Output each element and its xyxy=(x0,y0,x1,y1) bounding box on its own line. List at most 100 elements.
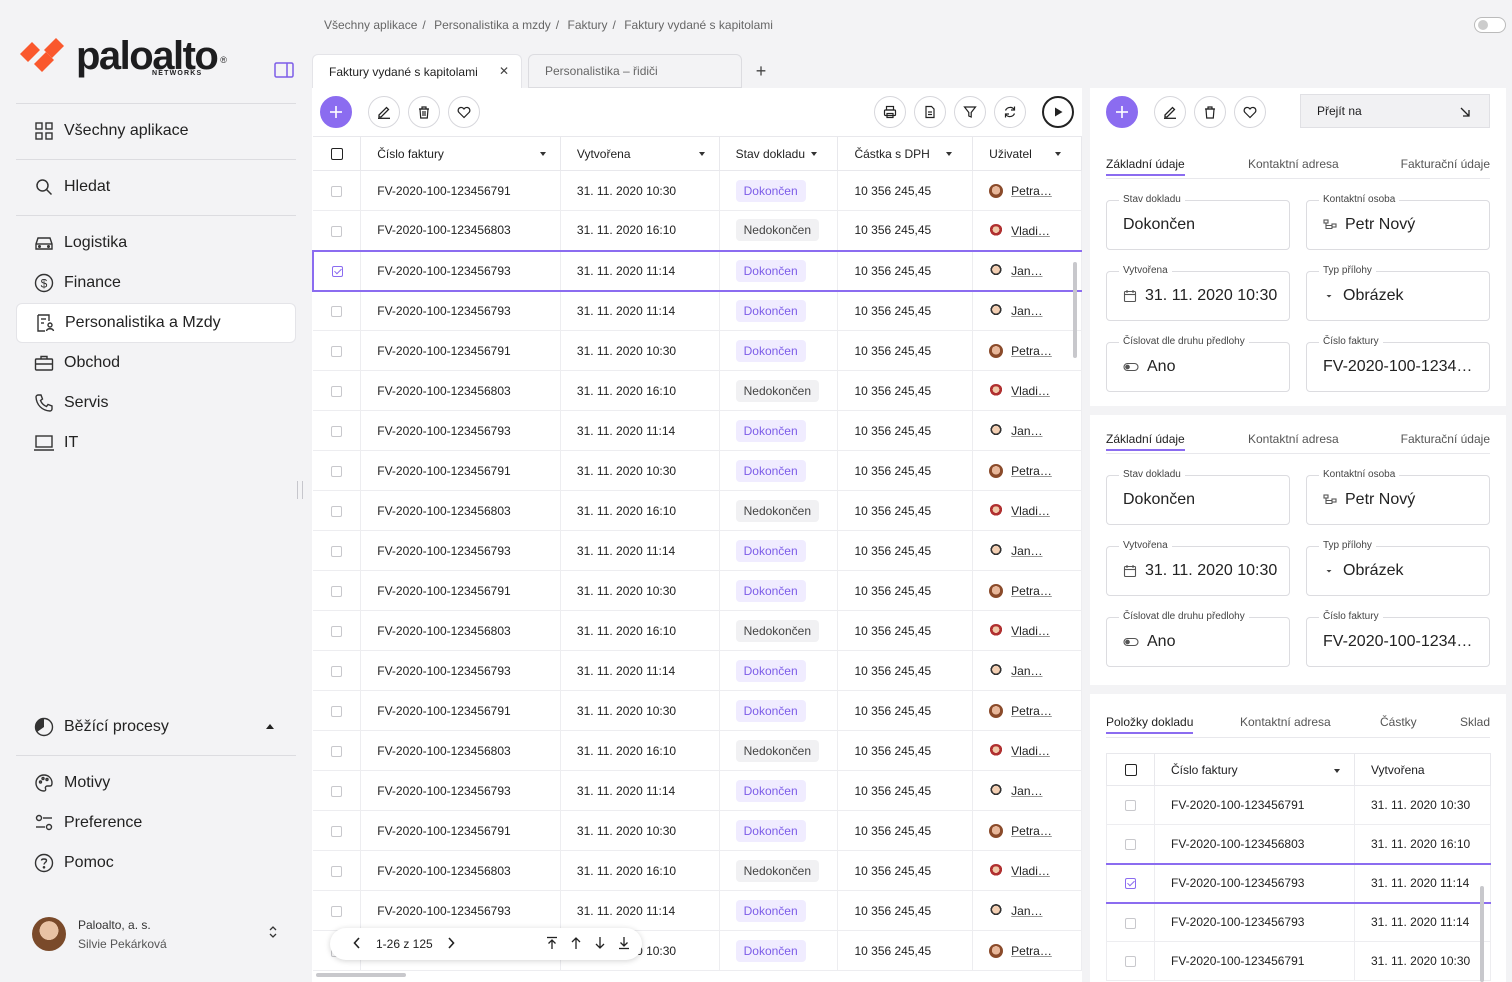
table-row[interactable]: FV-2020-100-12345679131. 11. 2020 10:30 D… xyxy=(313,570,1082,611)
print-button[interactable] xyxy=(874,96,906,128)
sidebar-item-finance[interactable]: $ Finance xyxy=(16,263,296,303)
scroll-top-icon[interactable] xyxy=(546,936,558,950)
table-row[interactable]: FV-2020-100-123456791 31. 11. 2020 10:30 xyxy=(1106,785,1491,825)
form-field[interactable]: Vytvořena 31. 11. 2020 10:30 xyxy=(1106,265,1290,321)
export-button[interactable] xyxy=(914,96,946,128)
tab-zakladni-udaje[interactable]: Základní údaje xyxy=(1106,157,1185,176)
horizontal-scrollbar[interactable] xyxy=(316,973,406,977)
user-link[interactable]: Petra… xyxy=(1011,184,1052,198)
tab-kontaktni-adresa[interactable]: Kontaktní adresa xyxy=(1240,715,1331,729)
user-link[interactable]: Petra… xyxy=(1011,944,1052,958)
tab-faktury[interactable]: Faktury vydané s kapitolami ✕ xyxy=(312,54,522,88)
user-link[interactable]: Petra… xyxy=(1011,584,1052,598)
row-checkbox[interactable] xyxy=(313,330,362,371)
table-row[interactable]: FV-2020-100-123456803 31. 11. 2020 16:10 N… xyxy=(313,210,1082,251)
row-checkbox[interactable] xyxy=(313,530,362,571)
sidebar-item-it[interactable]: IT xyxy=(16,423,296,463)
tab-personalistika-ridici[interactable]: Personalistika – řidiči xyxy=(528,54,742,88)
user-link[interactable]: Jan… xyxy=(1011,784,1042,798)
goto-select[interactable]: Přejít na xyxy=(1300,94,1490,128)
column-header[interactable]: Číslo faktury xyxy=(360,136,561,171)
row-checkbox[interactable] xyxy=(313,770,362,811)
user-cell[interactable]: Petra… xyxy=(972,690,1082,731)
arrow-up-icon[interactable] xyxy=(570,936,582,950)
row-checkbox[interactable] xyxy=(313,290,362,331)
theme-toggle[interactable] xyxy=(1474,17,1506,33)
column-header[interactable]: Číslo faktury xyxy=(1154,753,1355,786)
sidebar-item-obchod[interactable]: Obchod xyxy=(16,343,296,383)
form-field[interactable]: Číslo faktury FV-2020-100-1234… xyxy=(1306,611,1490,667)
play-button[interactable] xyxy=(1042,96,1074,128)
user-cell[interactable]: Petra… xyxy=(972,330,1082,371)
column-header[interactable]: Vytvořena xyxy=(560,136,720,171)
row-checkbox[interactable] xyxy=(313,170,362,211)
user-cell[interactable]: Petra… xyxy=(972,810,1082,851)
user-link[interactable]: Vladi… xyxy=(1011,504,1050,518)
table-row[interactable]: FV-2020-100-123456793 31. 11. 2020 11:14 D… xyxy=(313,530,1082,571)
sidebar-item-preference[interactable]: Preference xyxy=(16,803,296,843)
user-link[interactable]: Petra… xyxy=(1011,344,1052,358)
sidebar-item-personalistika[interactable]: Personalistika a Mzdy xyxy=(16,303,296,343)
tab-kontaktni-adresa[interactable]: Kontaktní adresa xyxy=(1248,432,1339,446)
arrow-down-icon[interactable] xyxy=(594,936,606,950)
user-cell[interactable]: Vladi… xyxy=(972,610,1082,651)
column-header[interactable]: Vytvořena xyxy=(1354,753,1491,786)
user-cell[interactable]: Jan… xyxy=(972,770,1082,811)
user-link[interactable]: Vladi… xyxy=(1011,384,1050,398)
breadcrumb-item[interactable]: Personalistika a mzdy xyxy=(434,18,551,32)
sidebar-item-search[interactable]: Hledat xyxy=(16,167,296,207)
table-row[interactable]: FV-2020-100-12345679131. 11. 2020 10:30 D… xyxy=(313,170,1082,211)
row-checkbox[interactable] xyxy=(313,850,362,891)
table-row[interactable]: FV-2020-100-123456803 31. 11. 2020 16:10 N… xyxy=(313,490,1082,531)
user-profile[interactable]: Paloalto, a. s. Silvie Pekárková xyxy=(32,914,282,954)
vertical-scrollbar[interactable] xyxy=(1073,262,1077,358)
form-field[interactable]: Typ přílohy Obrázek xyxy=(1306,540,1490,596)
user-cell[interactable]: Petra… xyxy=(972,170,1082,211)
table-row[interactable]: FV-2020-100-123456793 31. 11. 2020 11:14 D… xyxy=(312,249,1082,292)
tab-castky[interactable]: Částky xyxy=(1380,715,1417,729)
add-tab-icon[interactable]: + xyxy=(748,54,774,88)
refresh-button[interactable] xyxy=(994,96,1026,128)
edit-button[interactable] xyxy=(1154,96,1186,128)
sidebar-item-motivy[interactable]: Motivy xyxy=(16,763,296,803)
user-link[interactable]: Jan… xyxy=(1011,544,1042,558)
row-checkbox[interactable] xyxy=(313,890,362,931)
table-row[interactable]: FV-2020-100-123456791 31. 11. 2020 10:30 xyxy=(1106,941,1491,981)
tab-sklad[interactable]: Sklad xyxy=(1460,715,1490,729)
select-all-checkbox[interactable] xyxy=(313,136,362,171)
form-field[interactable]: Číslo faktury FV-2020-100-1234… xyxy=(1306,336,1490,392)
add-button[interactable] xyxy=(320,96,352,128)
user-link[interactable]: Petra… xyxy=(1011,464,1052,478)
tab-fakturacni-udaje[interactable]: Fakturační údaje xyxy=(1401,432,1490,446)
user-cell[interactable]: Jan… xyxy=(972,650,1082,691)
user-link[interactable]: Vladi… xyxy=(1011,624,1050,638)
sidebar-resize-handle[interactable] xyxy=(297,481,303,499)
user-link[interactable]: Vladi… xyxy=(1011,744,1050,758)
vertical-scrollbar[interactable] xyxy=(1480,886,1484,982)
table-row[interactable]: FV-2020-100-12345679131. 11. 2020 10:30 D… xyxy=(313,330,1082,371)
user-cell[interactable]: Jan… xyxy=(972,249,1082,292)
user-cell[interactable]: Jan… xyxy=(972,890,1082,931)
row-checkbox[interactable] xyxy=(313,410,362,451)
table-row[interactable]: FV-2020-100-123456803 31. 11. 2020 16:10 N… xyxy=(313,370,1082,411)
user-cell[interactable]: Petra… xyxy=(972,930,1082,971)
user-link[interactable]: Petra… xyxy=(1011,704,1052,718)
table-row[interactable]: FV-2020-100-123456803 31. 11. 2020 16:10 N… xyxy=(313,850,1082,891)
row-checkbox[interactable] xyxy=(1106,824,1155,864)
delete-button[interactable] xyxy=(1194,96,1226,128)
form-field[interactable]: Stav dokladu Dokončen xyxy=(1106,469,1290,525)
user-link[interactable]: Jan… xyxy=(1011,304,1042,318)
user-link[interactable]: Jan… xyxy=(1011,264,1042,278)
select-all-checkbox[interactable] xyxy=(1106,753,1155,786)
tab-fakturacni-udaje[interactable]: Fakturační údaje xyxy=(1401,157,1490,171)
user-link[interactable]: Jan… xyxy=(1011,424,1042,438)
scroll-bottom-icon[interactable] xyxy=(618,936,630,950)
row-checkbox[interactable] xyxy=(313,690,362,731)
row-checkbox[interactable] xyxy=(313,730,362,771)
table-row[interactable]: FV-2020-100-123456793 31. 11. 2020 11:14 D… xyxy=(313,890,1082,931)
tab-kontaktni-adresa[interactable]: Kontaktní adresa xyxy=(1248,157,1339,171)
breadcrumb-item[interactable]: Faktury vydané s kapitolami xyxy=(624,18,773,32)
row-checkbox[interactable] xyxy=(1106,941,1155,981)
column-header[interactable]: Stav dokladu xyxy=(719,136,839,171)
column-header[interactable]: Částka s DPH xyxy=(837,136,974,171)
